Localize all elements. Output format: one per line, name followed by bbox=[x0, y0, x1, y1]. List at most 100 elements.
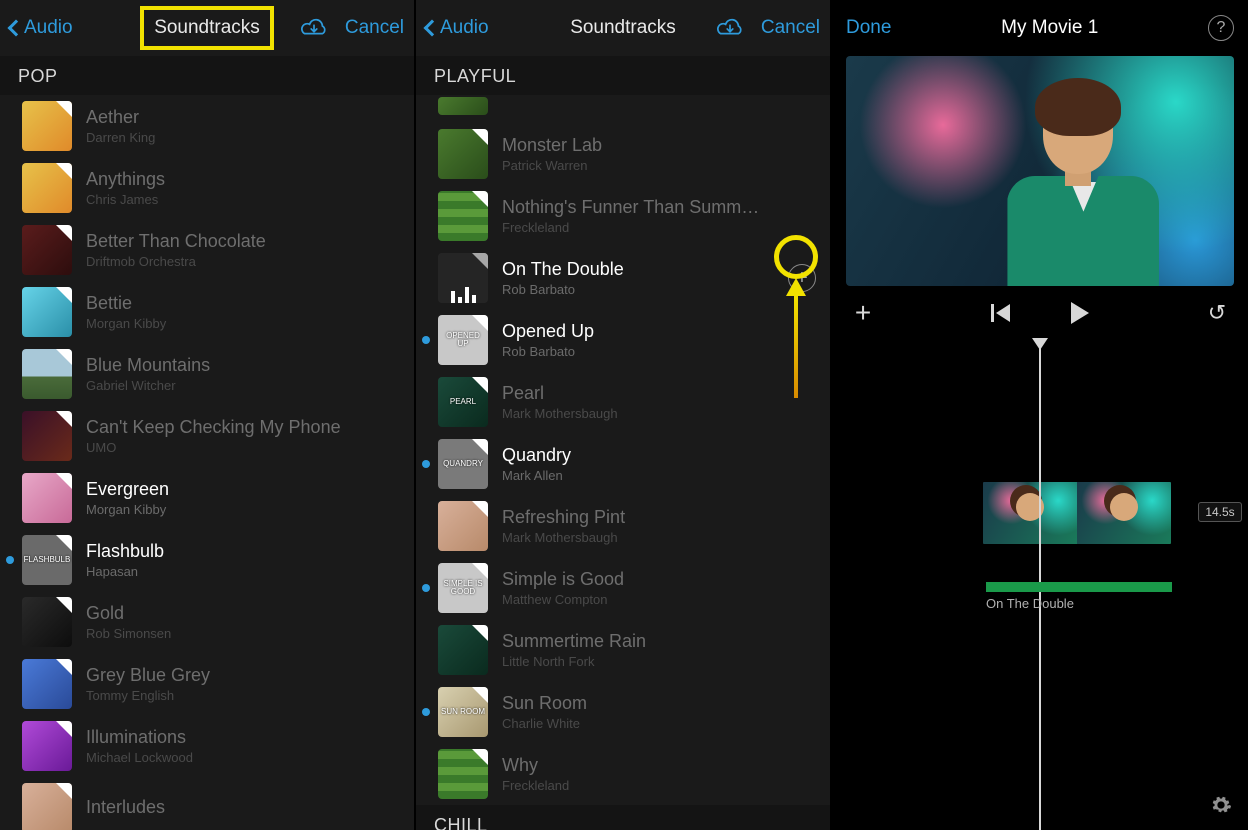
cancel-button[interactable]: Cancel bbox=[345, 17, 404, 39]
section-header-chill: CHILL bbox=[416, 805, 830, 830]
track-thumbnail bbox=[22, 659, 72, 709]
track-artist: Tommy English bbox=[86, 688, 400, 703]
editor-panel: Done My Movie 1 ? + ↺ 14.5s On The Doubl… bbox=[832, 0, 1248, 830]
track-title: Illuminations bbox=[86, 727, 400, 748]
add-media-button[interactable]: + bbox=[848, 298, 878, 328]
track-row[interactable]: Refreshing PintMark Mothersbaugh bbox=[416, 495, 830, 557]
track-row[interactable]: Nothing's Funner Than Summ…Freckleland bbox=[416, 185, 830, 247]
download-all-cloud-icon[interactable] bbox=[299, 17, 329, 39]
skip-to-start-button[interactable] bbox=[985, 298, 1015, 328]
track-list-pop[interactable]: AetherDarren KingAnythingsChris JamesBet… bbox=[0, 95, 414, 830]
track-thumbnail: QUANDRY bbox=[438, 439, 488, 489]
track-artist: Rob Barbato bbox=[502, 344, 816, 359]
navbar: Audio Soundtracks Cancel bbox=[416, 0, 830, 56]
track-title: Anythings bbox=[86, 169, 400, 190]
track-thumbnail: SUN ROOM bbox=[438, 687, 488, 737]
track-row[interactable]: AnythingsChris James bbox=[0, 157, 414, 219]
track-thumbnail bbox=[22, 473, 72, 523]
track-title: On The Double bbox=[502, 259, 774, 280]
audio-clip[interactable] bbox=[986, 582, 1172, 592]
track-row[interactable]: AetherDarren King bbox=[0, 95, 414, 157]
track-row[interactable]: Gold Rob Simonsen bbox=[0, 591, 414, 653]
track-thumbnail bbox=[22, 225, 72, 275]
play-button[interactable] bbox=[1065, 298, 1095, 328]
track-row[interactable]: OPENED UPOpened UpRob Barbato bbox=[416, 309, 830, 371]
track-artist: Charlie White bbox=[502, 716, 816, 731]
track-artist: Little North Fork bbox=[502, 654, 816, 669]
track-artist: Matthew Compton bbox=[502, 592, 816, 607]
track-thumbnail bbox=[438, 97, 488, 115]
project-title: My Movie 1 bbox=[1001, 17, 1098, 39]
track-thumbnail bbox=[438, 191, 488, 241]
timeline[interactable]: 14.5s On The Double bbox=[832, 338, 1248, 830]
undo-button[interactable]: ↺ bbox=[1202, 298, 1232, 328]
video-preview[interactable] bbox=[846, 56, 1234, 286]
track-title: Gold bbox=[86, 603, 400, 624]
track-title: Pearl bbox=[502, 383, 816, 404]
track-thumbnail bbox=[22, 783, 72, 830]
track-artist: Rob Barbato bbox=[502, 282, 774, 297]
help-button[interactable]: ? bbox=[1208, 15, 1234, 41]
track-row[interactable]: QUANDRY Quandry Mark Allen bbox=[416, 433, 830, 495]
track-row[interactable]: Better Than ChocolateDriftmob Orchestra bbox=[0, 219, 414, 281]
track-title: Opened Up bbox=[502, 321, 816, 342]
track-row[interactable]: PEARL Pearl Mark Mothersbaugh bbox=[416, 371, 830, 433]
track-row-partial[interactable] bbox=[416, 95, 830, 123]
audio-clip-label: On The Double bbox=[986, 596, 1074, 611]
track-thumbnail: PEARL bbox=[438, 377, 488, 427]
track-title: Refreshing Pint bbox=[502, 507, 816, 528]
track-artist: Michael Lockwood bbox=[86, 750, 400, 765]
track-title: Blue Mountains bbox=[86, 355, 400, 376]
track-row[interactable]: BettieMorgan Kibby bbox=[0, 281, 414, 343]
track-title: Why bbox=[502, 755, 816, 776]
track-artist: Gabriel Witcher bbox=[86, 378, 400, 393]
track-thumbnail bbox=[22, 163, 72, 213]
track-list-playful[interactable]: Monster LabPatrick WarrenNothing's Funne… bbox=[416, 123, 830, 805]
track-row[interactable]: WhyFreckleland bbox=[416, 743, 830, 805]
track-thumbnail: SIMPLE IS GOOD bbox=[438, 563, 488, 613]
track-row[interactable]: Monster LabPatrick Warren bbox=[416, 123, 830, 185]
cancel-button[interactable]: Cancel bbox=[761, 17, 820, 39]
now-playing-eq-icon bbox=[438, 253, 488, 303]
track-artist: Mark Mothersbaugh bbox=[502, 406, 816, 421]
track-thumbnail bbox=[438, 625, 488, 675]
section-header-playful: PLAYFUL bbox=[416, 56, 830, 95]
track-title: Monster Lab bbox=[502, 135, 816, 156]
track-title: Evergreen bbox=[86, 479, 400, 500]
track-row[interactable]: Illuminations Michael Lockwood bbox=[0, 715, 414, 777]
track-row[interactable]: EvergreenMorgan Kibby bbox=[0, 467, 414, 529]
track-row[interactable]: Blue Mountains Gabriel Witcher bbox=[0, 343, 414, 405]
editor-navbar: Done My Movie 1 ? bbox=[832, 0, 1248, 56]
track-title: Simple is Good bbox=[502, 569, 816, 590]
back-to-audio-button[interactable]: Audio bbox=[426, 17, 489, 39]
done-button[interactable]: Done bbox=[846, 17, 891, 39]
chevron-left-icon bbox=[8, 20, 25, 37]
track-title: Better Than Chocolate bbox=[86, 231, 400, 252]
add-track-button[interactable]: + bbox=[788, 264, 816, 292]
track-title: Grey Blue Grey bbox=[86, 665, 400, 686]
track-row[interactable]: On The Double Rob Barbato + bbox=[416, 247, 830, 309]
track-row[interactable]: Interludes bbox=[0, 777, 414, 830]
track-row[interactable]: Can't Keep Checking My PhoneUMO bbox=[0, 405, 414, 467]
track-artist: Mark Allen bbox=[502, 468, 816, 483]
clip-duration-badge: 14.5s bbox=[1198, 502, 1242, 522]
back-to-audio-button[interactable]: Audio bbox=[10, 17, 73, 39]
track-row[interactable]: Grey Blue Grey Tommy English bbox=[0, 653, 414, 715]
annotation-highlight-title bbox=[140, 6, 274, 50]
track-row[interactable]: SUN ROOMSun RoomCharlie White bbox=[416, 681, 830, 743]
project-settings-button[interactable] bbox=[1208, 792, 1234, 818]
track-row[interactable]: SIMPLE IS GOOD Simple is Good Matthew Comp… bbox=[416, 557, 830, 619]
track-title: Can't Keep Checking My Phone bbox=[86, 417, 400, 438]
back-label: Audio bbox=[440, 17, 489, 39]
track-artist: Rob Simonsen bbox=[86, 626, 400, 641]
back-label: Audio bbox=[24, 17, 73, 39]
track-row[interactable]: Summertime RainLittle North Fork bbox=[416, 619, 830, 681]
soundtracks-panel-pop: Audio Soundtracks Cancel POP AetherDarre… bbox=[0, 0, 416, 830]
track-title: Quandry bbox=[502, 445, 816, 466]
soundtracks-panel-playful: Audio Soundtracks Cancel PLAYFUL Monster… bbox=[416, 0, 832, 830]
track-thumbnail bbox=[22, 287, 72, 337]
track-row[interactable]: FLASHBULBFlashbulbHapasan bbox=[0, 529, 414, 591]
chevron-left-icon bbox=[424, 20, 441, 37]
download-all-cloud-icon[interactable] bbox=[715, 17, 745, 39]
video-clip[interactable] bbox=[982, 481, 1172, 545]
